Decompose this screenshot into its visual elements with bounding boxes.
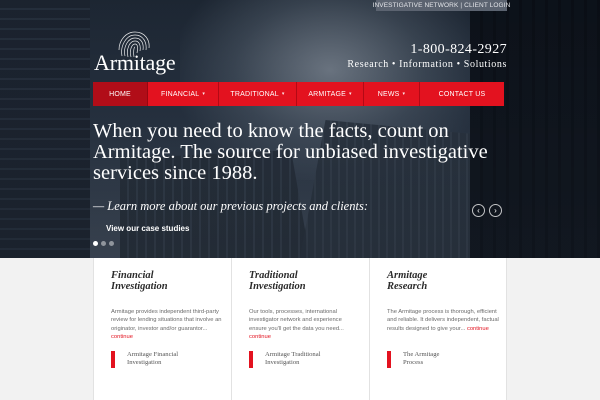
card-title-line: Investigation xyxy=(111,280,168,292)
card-title-line: Traditional xyxy=(249,270,298,281)
card-link-line: Armitage Financial xyxy=(127,351,179,358)
nav-item-financial[interactable]: FINANCIAL ▾ xyxy=(148,82,219,106)
card-title: Traditional Investigation xyxy=(249,270,367,292)
card-title-line: Financial xyxy=(111,270,154,281)
card-description: Our tools, processes, international inve… xyxy=(249,308,361,341)
slider-dot[interactable] xyxy=(93,241,98,246)
continue-link[interactable]: continue xyxy=(467,326,489,332)
slider-dots xyxy=(93,241,114,246)
utility-separator: | xyxy=(460,2,463,9)
nav-item-armitage[interactable]: ARMITAGE ▾ xyxy=(297,82,364,106)
slider-dot[interactable] xyxy=(109,241,114,246)
case-studies-link[interactable]: View our case studies xyxy=(106,224,189,233)
slider-dot[interactable] xyxy=(101,241,106,246)
phone-number: 1-800-824-2927 xyxy=(410,42,507,57)
service-card-financial: Financial Investigation Armitage provide… xyxy=(93,258,231,400)
slider-next-arrow-icon[interactable]: › xyxy=(489,204,502,217)
chevron-down-icon: ▾ xyxy=(402,91,406,97)
investigative-network-link[interactable]: INVESTIGATIVE NETWORK xyxy=(373,2,459,9)
card-title: Armitage Research xyxy=(387,270,505,292)
slider-prev-arrow-icon[interactable]: ‹ xyxy=(472,204,485,217)
card-title-line: Research xyxy=(387,280,428,292)
card-body-text: Armitage provides independent third-part… xyxy=(111,309,222,332)
hero-headline: When you need to know the facts, count o… xyxy=(93,120,488,184)
continue-link[interactable]: continue xyxy=(249,334,271,340)
nav-label: CONTACT US xyxy=(438,90,486,98)
card-link-line: Investigation xyxy=(265,359,300,367)
chevron-down-icon: ▾ xyxy=(281,91,285,97)
card-title-line: Investigation xyxy=(249,280,306,292)
main-nav: HOME FINANCIAL ▾ TRADITIONAL ▾ ARMITAGE … xyxy=(93,82,504,106)
tagline: Research • Information • Solutions xyxy=(347,59,507,70)
nav-label: FINANCIAL xyxy=(160,90,200,98)
card-link-financial[interactable]: Armitage Financial Investigation xyxy=(111,351,223,368)
card-link-line: The Armitage xyxy=(403,351,440,358)
card-description: The Armitage process is thorough, effici… xyxy=(387,308,499,333)
card-title: Financial Investigation xyxy=(111,270,229,292)
card-link-process[interactable]: The Armitage Process xyxy=(387,351,499,368)
utility-bar: INVESTIGATIVE NETWORK | CLIENT LOGIN xyxy=(373,0,510,11)
service-card-traditional: Traditional Investigation Our tools, pro… xyxy=(231,258,369,400)
client-login-link[interactable]: CLIENT LOGIN xyxy=(464,2,510,9)
nav-item-contact-us[interactable]: CONTACT US xyxy=(420,82,504,106)
card-description: Armitage provides independent third-part… xyxy=(111,308,223,341)
nav-item-home[interactable]: HOME xyxy=(93,82,148,106)
logo-wordmark: Armitage xyxy=(94,50,176,75)
card-body-text: Our tools, processes, international inve… xyxy=(249,309,344,332)
hero-learn-more: — Learn more about our previous projects… xyxy=(93,199,368,213)
card-title-line: Armitage xyxy=(387,270,428,281)
nav-label: TRADITIONAL xyxy=(230,90,279,98)
card-link-line: Investigation xyxy=(127,359,162,367)
card-link-traditional[interactable]: Armitage Traditional Investigation xyxy=(249,351,361,368)
nav-label: HOME xyxy=(109,90,131,98)
chevron-down-icon: ▾ xyxy=(202,91,206,97)
card-link-line: Armitage Traditional xyxy=(265,351,321,358)
nav-label: ARMITAGE xyxy=(308,90,346,98)
card-link-line: Process xyxy=(403,359,424,367)
continue-link[interactable]: continue xyxy=(111,334,133,340)
site-logo[interactable]: Armitage xyxy=(94,30,184,75)
nav-item-news[interactable]: NEWS ▾ xyxy=(364,82,420,106)
chevron-down-icon: ▾ xyxy=(348,91,352,97)
nav-label: NEWS xyxy=(377,90,400,98)
nav-item-traditional[interactable]: TRADITIONAL ▾ xyxy=(219,82,297,106)
service-card-research: Armitage Research The Armitage process i… xyxy=(369,258,507,400)
